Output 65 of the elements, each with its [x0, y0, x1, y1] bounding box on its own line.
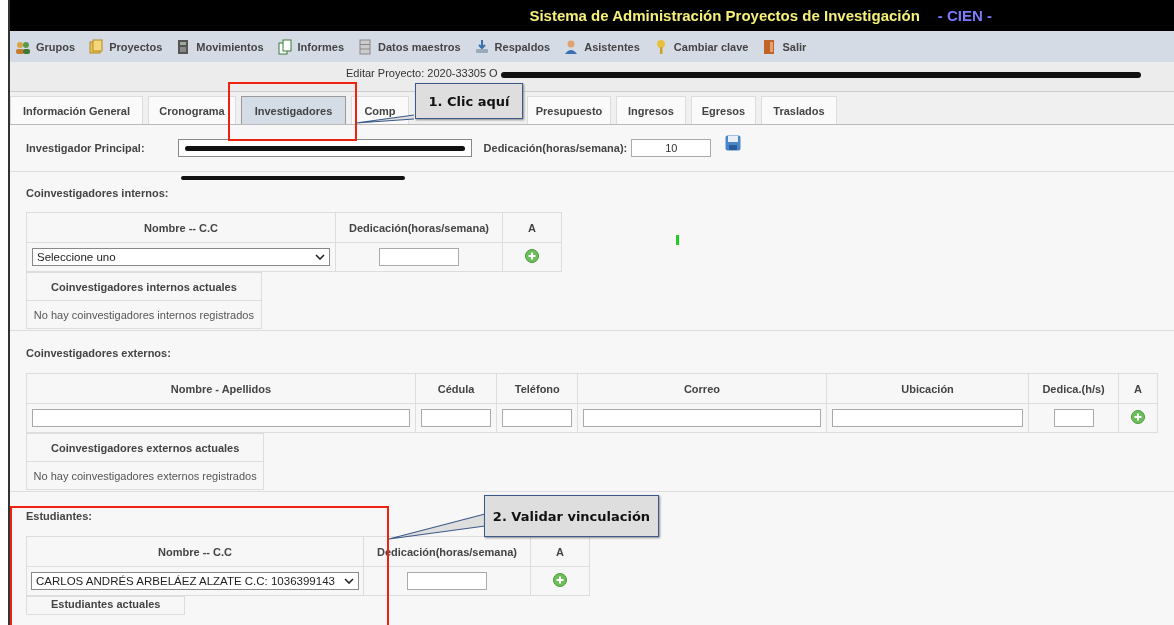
add-icon[interactable] — [525, 249, 539, 263]
investigator-select[interactable] — [177, 139, 472, 157]
input-field[interactable] — [502, 409, 573, 427]
input-field[interactable] — [831, 409, 1024, 427]
column-header: Coinvestigadores internos actuales — [26, 272, 262, 301]
input-field[interactable] — [420, 409, 492, 427]
menu-item[interactable]: Respaldos — [473, 38, 551, 55]
tab[interactable]: Ingresos — [616, 96, 686, 124]
save-icon[interactable] — [725, 135, 742, 151]
menu-item[interactable]: Proyectos — [88, 38, 163, 55]
cabinet-icon — [357, 38, 374, 55]
dedication-field[interactable]: 10 — [631, 139, 712, 157]
app-subtitle: - CIEN - — [937, 7, 992, 24]
cursor-mark — [676, 235, 679, 245]
tab[interactable]: Información General — [10, 96, 143, 124]
input-field[interactable] — [583, 409, 821, 427]
tab[interactable]: Investigadores — [241, 96, 346, 124]
app-title: Sistema de Administración Proyectos de Investigación — [529, 7, 920, 24]
column-header: Dedica.(h/s) — [1028, 373, 1119, 404]
folders-icon — [88, 38, 105, 55]
column-header: Dedicación(horas/semana) — [335, 212, 503, 243]
project-heading: Editar Proyecto: 2020-33305 O — [346, 67, 498, 79]
callout: 1. Clic aquí — [415, 83, 523, 119]
column-header: A — [502, 212, 562, 243]
person-icon — [563, 38, 580, 55]
menu-item[interactable]: Salir — [761, 38, 807, 55]
field-label: Investigador Principal: — [26, 142, 145, 154]
column-header: Nombre -- C.C — [26, 536, 364, 567]
input-field[interactable] — [32, 409, 410, 427]
tab[interactable]: Presupuesto — [527, 96, 611, 124]
empty-message: No hay coinvestigadores internos registrados — [26, 300, 262, 329]
column-header: Coinvestigadores externos actuales — [26, 433, 264, 462]
pages-icon — [276, 38, 293, 55]
column-header: Cédula — [415, 373, 497, 404]
menu-item[interactable]: Grupos — [15, 38, 76, 55]
section-title: Coinvestigadores externos: — [26, 347, 171, 359]
column-header: Teléfono — [496, 373, 578, 404]
add-icon[interactable] — [1130, 410, 1145, 424]
menu-item[interactable]: Datos maestros — [357, 38, 461, 55]
menu-item[interactable]: Asistentes — [563, 38, 640, 55]
chevron-icon — [344, 578, 354, 584]
add-icon[interactable] — [553, 573, 567, 587]
field-label: Dedicación(horas/semana): — [483, 142, 628, 154]
menu-item[interactable]: Cambiar clave — [652, 38, 749, 55]
name-select[interactable]: CARLOS ANDRÉS ARBELÁEZ ALZATE C.C: 1036399143 — [31, 572, 359, 590]
dedication-field[interactable] — [407, 572, 487, 590]
column-header: A — [1118, 373, 1158, 404]
column-header: Ubicación — [826, 373, 1029, 404]
menu-item[interactable]: Informes — [276, 38, 345, 55]
column-header: Nombre - Apellidos — [26, 373, 416, 404]
tab[interactable]: Cronograma — [148, 96, 236, 124]
download-icon — [473, 38, 490, 55]
name-select[interactable]: Seleccione uno — [32, 248, 330, 266]
section-title: Estudiantes: — [26, 510, 92, 522]
chevron-icon — [315, 254, 325, 260]
column-header: Nombre -- C.C — [26, 212, 336, 243]
tab[interactable]: Egresos — [691, 96, 756, 124]
menu-item[interactable]: Movimientos — [175, 38, 264, 55]
section-title: Coinvestigadores internos: — [26, 187, 169, 199]
column-header: Estudiantes actuales — [26, 596, 185, 615]
empty-message: No hay coinvestigadores externos registrados — [26, 461, 264, 490]
input-field[interactable] — [1053, 409, 1094, 427]
tab[interactable]: Traslados — [761, 96, 837, 124]
dedication-field[interactable] — [379, 248, 459, 266]
column-header: Correo — [577, 373, 827, 404]
